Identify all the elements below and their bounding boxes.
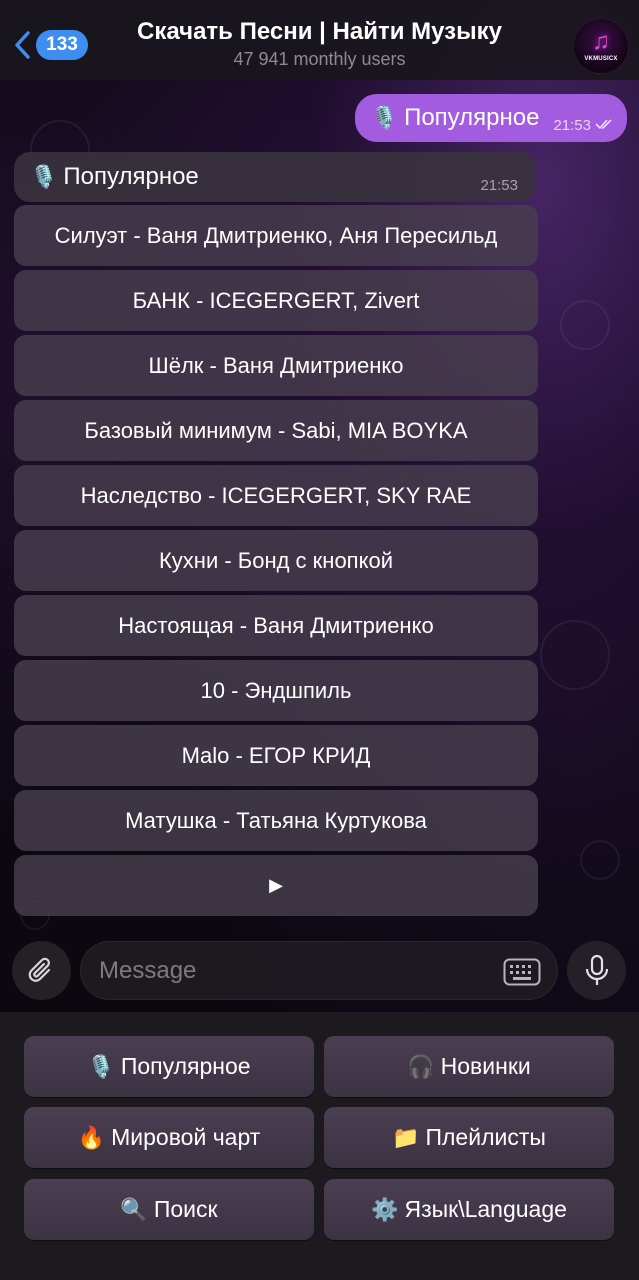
song-button[interactable]: Шёлк - Ваня Дмитриенко xyxy=(14,335,538,396)
double-check-icon xyxy=(595,119,612,130)
incoming-message: 🎙️ Популярное 21:53 xyxy=(14,152,536,202)
reply-keyboard: 🎙️ Популярное 🎧 Новинки 🔥 Мировой чарт 📁… xyxy=(0,1012,639,1280)
song-button[interactable]: Кухни - Бонд с кнопкой xyxy=(14,530,538,591)
world-chart-button[interactable]: 🔥 Мировой чарт xyxy=(24,1107,314,1168)
button-label: Плейлисты xyxy=(425,1124,546,1150)
song-button[interactable]: Базовый минимум - Sabi, MIA BOYKA xyxy=(14,400,538,461)
popular-button[interactable]: 🎙️ Популярное xyxy=(24,1036,314,1097)
microphone-emoji-icon: 🎙️ xyxy=(370,105,399,130)
chevron-left-icon xyxy=(15,31,30,59)
avatar-label: VKMUSICX xyxy=(584,56,618,62)
headphones-emoji-icon: 🎧 xyxy=(407,1053,435,1079)
bot-avatar[interactable]: ♫ VKMUSICX xyxy=(573,18,629,74)
paperclip-icon xyxy=(28,957,50,982)
search-button[interactable]: 🔍 Поиск xyxy=(24,1179,314,1240)
song-button[interactable]: Силуэт - Ваня Дмитриенко, Аня Пересильд xyxy=(14,205,538,266)
microphone-emoji-icon: 🎙️ xyxy=(30,164,58,189)
inline-keyboard: Силуэт - Ваня Дмитриенко, Аня Пересильд … xyxy=(14,205,538,920)
button-label: Поиск xyxy=(153,1196,218,1222)
attach-button[interactable] xyxy=(12,941,71,1000)
message-field[interactable] xyxy=(80,941,558,1000)
button-label: Популярное xyxy=(120,1053,251,1079)
new-releases-button[interactable]: 🎧 Новинки xyxy=(324,1036,614,1097)
chat-subtitle: 47 941 monthly users xyxy=(233,49,406,69)
button-label: Мировой чарт xyxy=(111,1124,261,1150)
music-note-icon: ♫ xyxy=(592,28,610,55)
button-label: Новинки xyxy=(440,1053,531,1079)
message-text: Популярное xyxy=(63,163,199,190)
folder-emoji-icon: 📁 xyxy=(392,1124,420,1150)
gear-emoji-icon: ⚙️ xyxy=(371,1196,399,1222)
microphone-emoji-icon: 🎙️ xyxy=(87,1053,115,1079)
song-button[interactable]: Настоящая - Ваня Дмитриенко xyxy=(14,595,538,656)
next-page-button[interactable]: ▶ xyxy=(14,855,538,916)
playlists-button[interactable]: 📁 Плейлисты xyxy=(324,1107,614,1168)
language-button[interactable]: ⚙️ Язык\Language xyxy=(324,1179,614,1240)
back-button[interactable]: 133 xyxy=(12,30,88,60)
song-button[interactable]: Malo - ЕГОР КРИД xyxy=(14,725,538,786)
message-time: 21:53 xyxy=(553,116,591,134)
voice-record-button[interactable] xyxy=(567,941,626,1000)
song-button[interactable]: Матушка - Татьяна Куртукова xyxy=(14,790,538,851)
song-button[interactable]: БАНК - ICEGERGERT, Zivert xyxy=(14,270,538,331)
message-time: 21:53 xyxy=(480,177,518,194)
unread-count-badge: 133 xyxy=(36,30,88,60)
chat-header: 133 Скачать Песни | Найти Музыку 47 941 … xyxy=(0,0,639,80)
microphone-icon xyxy=(585,954,608,985)
chat-title-area[interactable]: Скачать Песни | Найти Музыку 47 941 mont… xyxy=(100,18,539,70)
chat-title: Скачать Песни | Найти Музыку xyxy=(137,18,502,45)
magnifier-emoji-icon: 🔍 xyxy=(120,1196,148,1222)
message-input[interactable] xyxy=(99,956,479,985)
song-button[interactable]: Наследство - ICEGERGERT, SKY RAE xyxy=(14,465,538,526)
keyboard-icon[interactable] xyxy=(503,958,541,986)
fire-emoji-icon: 🔥 xyxy=(77,1124,106,1150)
song-button[interactable]: 10 - Эндшпиль xyxy=(14,660,538,721)
button-label: Язык\Language xyxy=(404,1196,567,1222)
message-text: Популярное xyxy=(404,104,540,131)
outgoing-message: 🎙️ Популярное 21:53 xyxy=(354,94,627,142)
